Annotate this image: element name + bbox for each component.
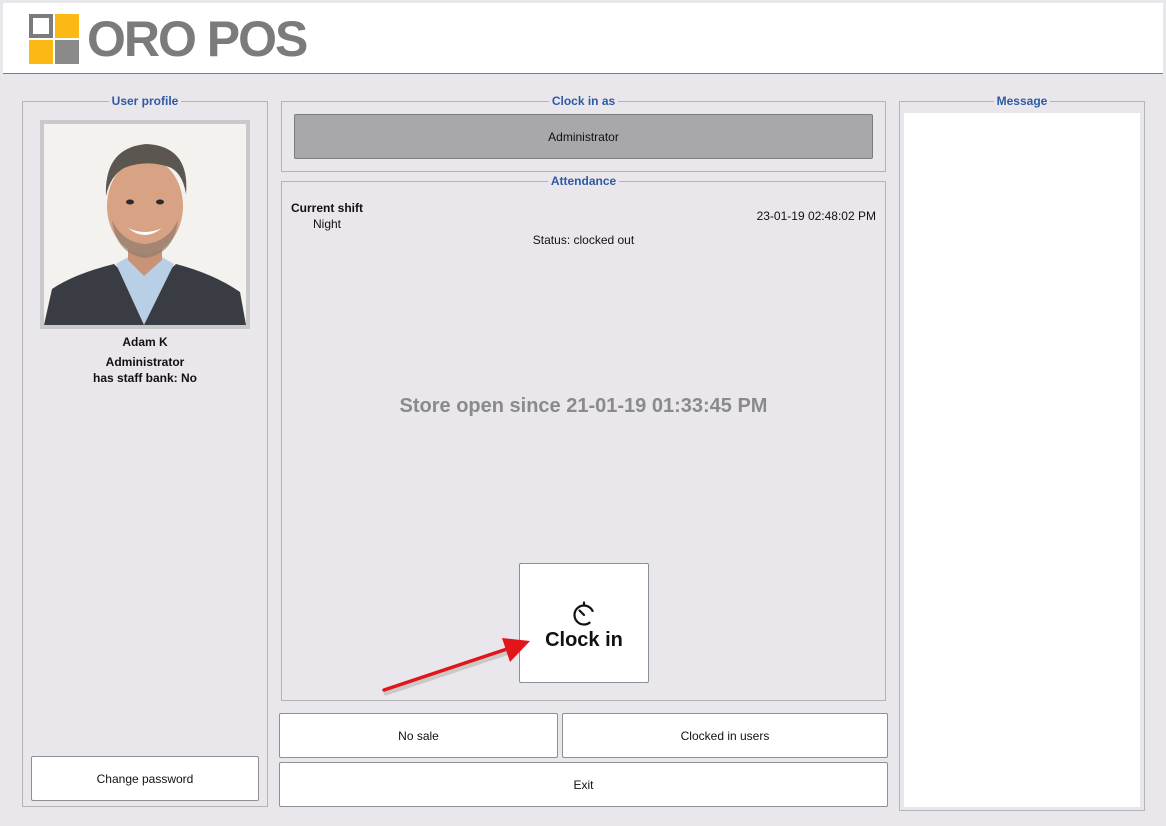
message-legend: Message: [996, 94, 1048, 108]
user-name: Adam K: [122, 335, 168, 349]
clocked-in-users-label: Clocked in users: [680, 728, 770, 743]
red-arrow-annotation-icon: [382, 638, 530, 696]
avatar: [44, 124, 246, 325]
attendance-status: Status: clocked out: [532, 233, 635, 247]
current-datetime: 23-01-19 02:48:02 PM: [756, 209, 876, 223]
logo-text: ORO POS: [87, 11, 308, 67]
attendance-legend: Attendance: [550, 174, 617, 188]
clock-in-label: Clock in: [545, 628, 623, 651]
clock-in-role-label: Administrator: [548, 129, 619, 144]
user-photo-frame: [40, 120, 250, 329]
no-sale-button[interactable]: No sale: [279, 713, 558, 758]
store-open-since: Store open since 21-01-19 01:33:45 PM: [399, 395, 768, 417]
clocked-in-users-button[interactable]: Clocked in users: [562, 713, 888, 758]
shift-name: Night: [312, 217, 341, 231]
change-password-button[interactable]: Change password: [31, 756, 259, 801]
message-text-area[interactable]: [904, 113, 1140, 807]
change-password-label: Change password: [96, 771, 194, 786]
app-header: ORO POS: [3, 3, 1163, 74]
stopwatch-icon: [573, 600, 595, 626]
no-sale-label: No sale: [398, 728, 439, 743]
user-portrait-icon: [44, 124, 246, 325]
user-role: Administrator: [105, 355, 185, 369]
exit-button[interactable]: Exit: [279, 762, 888, 807]
oropos-logo-icon: [29, 14, 79, 64]
staff-bank-status: has staff bank: No: [92, 371, 197, 385]
exit-label: Exit: [573, 777, 594, 792]
current-shift-label: Current shift: [291, 201, 363, 215]
clock-in-as-legend: Clock in as: [551, 94, 616, 108]
clock-in-role-administrator-button[interactable]: Administrator: [294, 114, 873, 159]
user-profile-legend: User profile: [111, 94, 179, 108]
